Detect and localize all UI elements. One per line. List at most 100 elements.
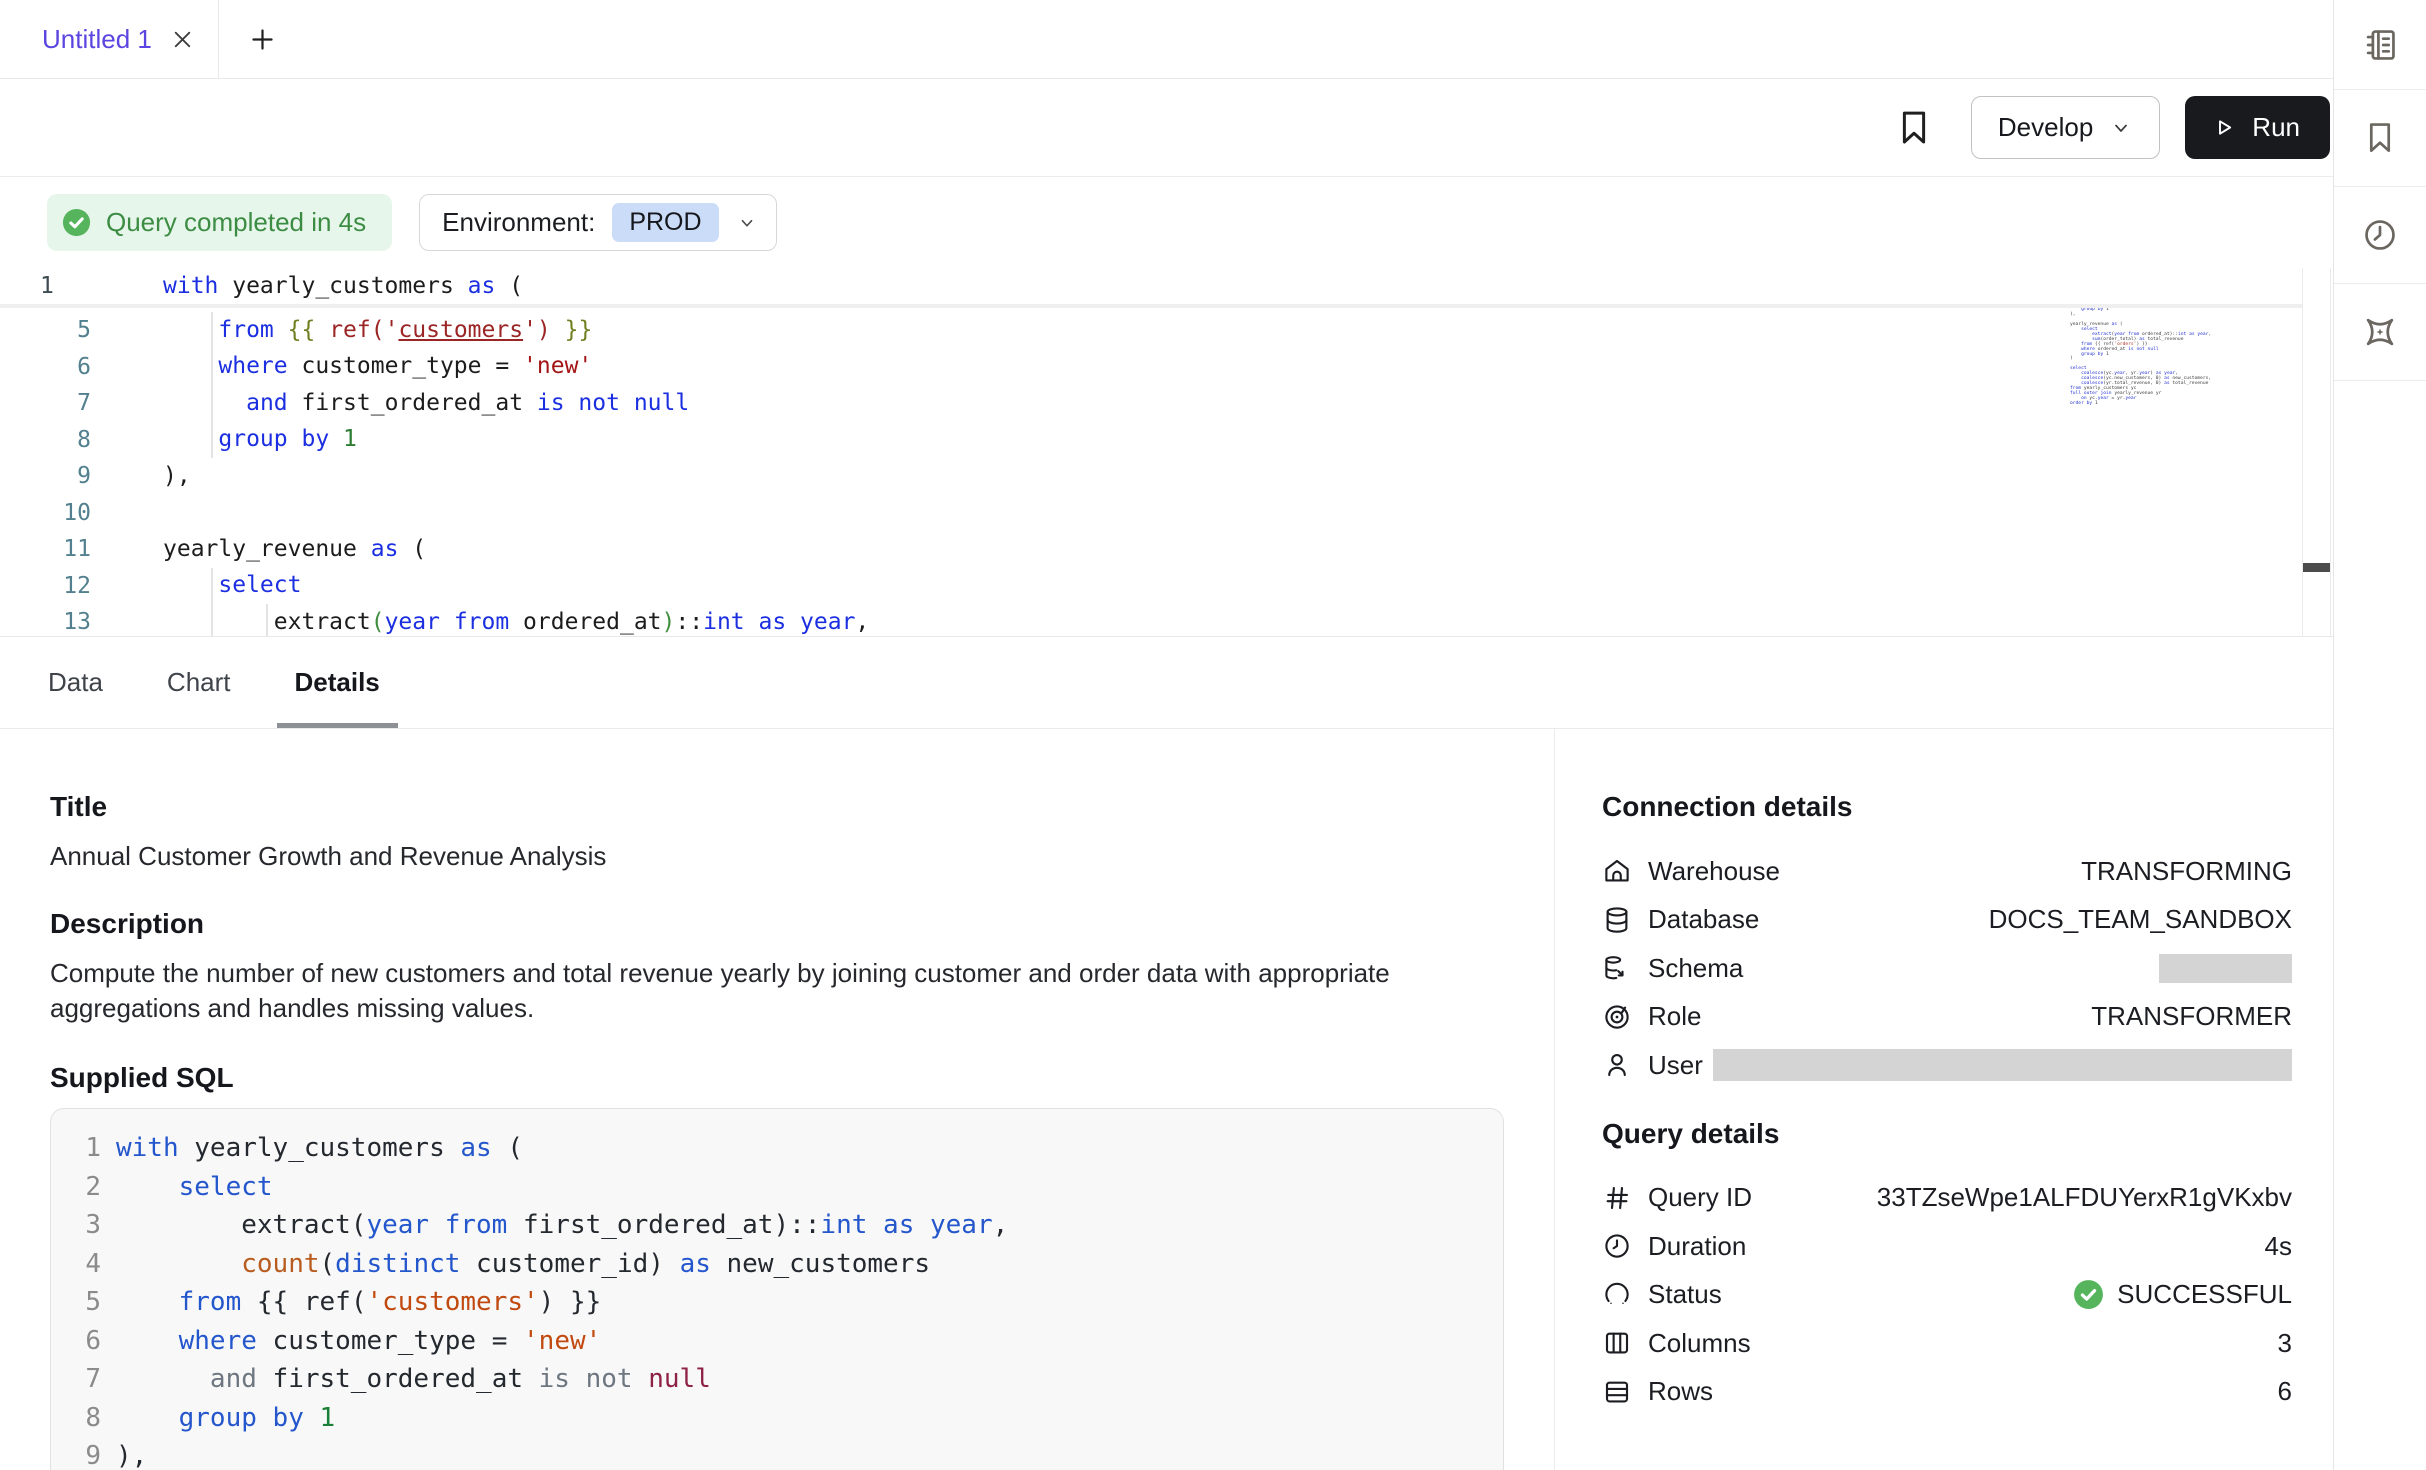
indent-guide	[211, 349, 213, 386]
bookmark-icon[interactable]	[1893, 107, 1935, 149]
results-tab-bar: Data Chart Details	[0, 637, 2333, 729]
detail-row-rows: Rows6	[1602, 1368, 2292, 1417]
line-number: 3	[51, 1210, 101, 1240]
detail-row-columns: Columns3	[1602, 1319, 2292, 1368]
editor-line-10[interactable]: 10	[0, 495, 2302, 532]
check-circle-icon	[61, 207, 92, 238]
editor-line-9[interactable]: 9),	[0, 458, 2302, 495]
new-tab-button[interactable]	[247, 0, 278, 78]
query-details-rows: Query ID33TZseWpe1ALFDUYerxR1gVKxbvDurat…	[1602, 1174, 2292, 1417]
line-number: 6	[0, 354, 106, 380]
sql-line-8: 8 group by 1	[51, 1399, 1503, 1438]
tab-label: Untitled 1	[42, 24, 169, 55]
sql-editor[interactable]: 1 with yearly_customers as ( 5 from {{ r…	[0, 268, 2333, 637]
line-number: 7	[0, 390, 106, 416]
role-icon	[1602, 1002, 1632, 1032]
line-number: 11	[0, 536, 106, 562]
detail-value: 33TZseWpe1ALFDUYerxR1gVKxbv	[1877, 1182, 2292, 1213]
code-line-text: group by 1	[116, 1405, 335, 1431]
close-icon[interactable]	[169, 26, 196, 53]
code-line-text: from {{ ref('customers') }}	[116, 1289, 601, 1315]
editor-sticky-line: 1 with yearly_customers as (	[0, 268, 2302, 308]
sql-line-5: 5 from {{ ref('customers') }}	[51, 1283, 1503, 1322]
detail-value: 6	[2278, 1376, 2292, 1407]
detail-value: 3	[2278, 1328, 2292, 1359]
sql-line-2: 2 select	[51, 1168, 1503, 1207]
redacted-value	[1713, 1049, 2292, 1081]
rows-icon	[1602, 1377, 1632, 1407]
editor-line-6[interactable]: 6 where customer_type = 'new'	[0, 349, 2302, 386]
detail-row-query-id: Query ID 33TZseWpe1ALFDUYerxR1gVKxbv	[1602, 1174, 2292, 1223]
detail-label: Database	[1648, 904, 1759, 935]
status-value: SUCCESSFUL	[2072, 1278, 2292, 1311]
detail-label: User	[1648, 1050, 1703, 1081]
run-button[interactable]: Run	[2185, 96, 2330, 159]
sql-line-3: 3 extract(year from first_ordered_at)::i…	[51, 1206, 1503, 1245]
tab-details[interactable]: Details	[277, 637, 398, 728]
line-number: 6	[51, 1326, 101, 1356]
tab-untitled-1[interactable]: Untitled 1	[0, 0, 219, 78]
chevron-down-icon	[736, 212, 758, 234]
editor-line-12[interactable]: 12 select	[0, 568, 2302, 605]
sidebar-button-bookmark[interactable]	[2334, 90, 2426, 187]
details-panel: Title Annual Customer Growth and Revenue…	[0, 729, 2333, 1470]
toolbar: Develop Run	[0, 79, 2333, 177]
develop-label: Develop	[1998, 112, 2093, 143]
tab-chart[interactable]: Chart	[149, 637, 249, 728]
supplied-sql-heading: Supplied SQL	[50, 1062, 1504, 1094]
sidebar-button-sparkle[interactable]	[2334, 284, 2426, 381]
title-heading: Title	[50, 791, 1504, 823]
indent-guide	[211, 312, 213, 349]
editor-line-11[interactable]: 11yearly_revenue as (	[0, 531, 2302, 568]
develop-dropdown[interactable]: Develop	[1971, 96, 2160, 159]
code-line-text: where customer_type = 'new'	[163, 355, 592, 378]
tab-bar: Untitled 1	[0, 0, 2333, 79]
details-sidebar: Connection details WarehouseTRANSFORMING…	[1555, 729, 2333, 1470]
line-number: 9	[0, 463, 106, 489]
supplied-sql-block: 1with yearly_customers as (2 select3 ext…	[50, 1108, 1504, 1470]
code-line-text: select	[116, 1174, 273, 1200]
editor-scrollbar[interactable]	[2302, 268, 2331, 636]
history-icon	[2361, 216, 2399, 254]
indent-guide	[211, 568, 213, 605]
sql-line-6: 6 where customer_type = 'new'	[51, 1322, 1503, 1361]
code-line-text: group by 1	[163, 428, 357, 451]
details-content: Title Annual Customer Growth and Revenue…	[0, 729, 1554, 1470]
line-number: 1	[51, 1133, 101, 1163]
line-number: 8	[0, 427, 106, 453]
detail-row-user: User	[1602, 1041, 2292, 1090]
query-details-heading: Query details	[1602, 1118, 2292, 1150]
line-number: 5	[0, 317, 106, 343]
editor-line-7[interactable]: 7 and first_ordered_at is not null	[0, 385, 2302, 422]
line-number: 12	[0, 573, 106, 599]
environment-value-badge: PROD	[612, 203, 718, 242]
detail-label: Warehouse	[1648, 856, 1780, 887]
editor-line-5[interactable]: 5 from {{ ref('customers') }}	[0, 312, 2302, 349]
redacted-value	[2159, 954, 2292, 983]
clock-icon	[1602, 1231, 1632, 1261]
code-line-text: extract(year from first_ordered_at)::int…	[116, 1212, 1008, 1238]
detail-label: Query ID	[1648, 1182, 1752, 1213]
scrollbar-thumb[interactable]	[2303, 563, 2330, 572]
app-window: Untitled 1 Develop Run Query complet	[0, 0, 2426, 1470]
detail-value: SUCCESSFUL	[2117, 1279, 2292, 1310]
tab-data[interactable]: Data	[30, 637, 121, 728]
editor-line-13[interactable]: 13 extract(year from ordered_at)::int as…	[0, 604, 2302, 637]
bookmark-icon	[2361, 119, 2399, 157]
sql-line-9: 9),	[51, 1437, 1503, 1470]
warehouse-icon	[1602, 856, 1632, 886]
line-number: 13	[0, 609, 106, 635]
line-number: 9	[51, 1441, 101, 1470]
sidebar-button-history[interactable]	[2334, 187, 2426, 284]
loader-icon	[1602, 1280, 1632, 1310]
columns-icon	[1602, 1328, 1632, 1358]
check-circle-icon	[2072, 1278, 2105, 1311]
environment-selector[interactable]: Environment: PROD	[419, 194, 776, 251]
editor-line-8[interactable]: 8 group by 1	[0, 422, 2302, 459]
environment-label: Environment:	[442, 207, 595, 238]
sidebar-button-notebook[interactable]	[2334, 0, 2426, 90]
detail-value: TRANSFORMER	[2091, 1001, 2292, 1032]
sql-line-4: 4 count(distinct customer_id) as new_cus…	[51, 1245, 1503, 1284]
database-icon	[1602, 905, 1632, 935]
main-area: Untitled 1 Develop Run Query complet	[0, 0, 2333, 1470]
